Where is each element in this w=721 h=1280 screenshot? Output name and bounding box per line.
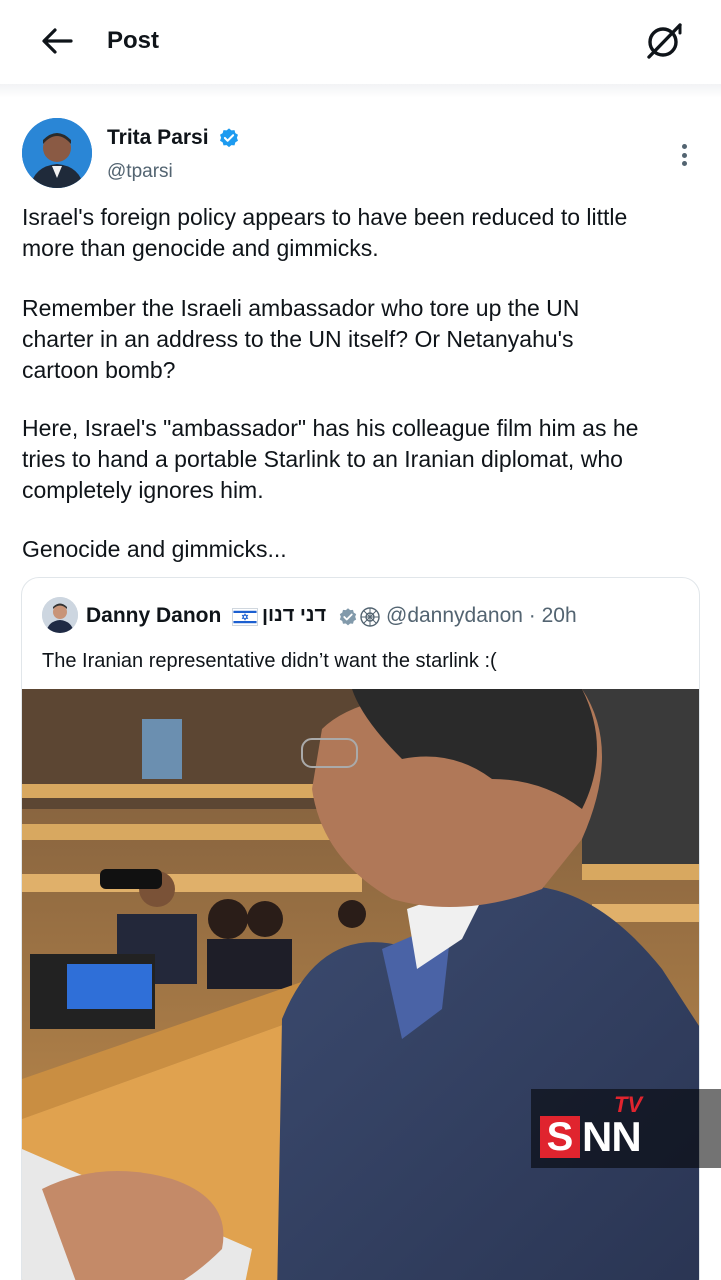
snn-tv-watermark-logo: TV S NN (531, 1089, 721, 1168)
verified-badge-icon (220, 128, 238, 148)
quoted-author-name: Danny Danon (86, 604, 222, 627)
page-title: Post (107, 27, 160, 54)
snn-nn-letters: NN (582, 1113, 642, 1160)
header-divider (0, 84, 721, 98)
quoted-author-avatar (42, 597, 78, 633)
quoted-author-hebrew-name: דני דנון (262, 604, 327, 626)
author-avatar[interactable] (22, 118, 92, 188)
more-options-button[interactable] (672, 140, 696, 170)
post-paragraph: Genocide and gimmicks... (22, 536, 287, 562)
israel-flag-icon (232, 608, 258, 626)
quoted-post[interactable]: Danny Danon דני דנון @dannydanon · 20h T… (21, 577, 700, 1280)
verified-badge-icon (339, 608, 357, 626)
post-paragraph: Remember the Israeli ambassador who tore… (22, 295, 580, 383)
affiliation-badge-icon (360, 607, 380, 627)
arrow-left-icon (42, 28, 73, 54)
more-dot-icon (681, 152, 687, 158)
grok-button[interactable] (641, 20, 687, 62)
post-paragraph: Here, Israel's "ambassador" has his coll… (22, 415, 639, 503)
quoted-video-thumbnail[interactable] (22, 689, 699, 1280)
more-dot-icon (681, 161, 687, 166)
snn-s-letter: S (540, 1116, 580, 1158)
top-bar: Post (0, 0, 721, 84)
author-handle[interactable]: @tparsi (107, 161, 173, 183)
author-name[interactable]: Trita Parsi (107, 126, 209, 150)
back-button[interactable] (38, 24, 76, 58)
grok-icon (647, 23, 682, 59)
more-dot-icon (681, 144, 687, 149)
quoted-handle-timestamp: @dannydanon · 20h (386, 604, 577, 627)
post-paragraph: Israel's foreign policy appears to have … (22, 204, 628, 261)
quoted-post-text: The Iranian representative didn’t want t… (42, 650, 497, 672)
